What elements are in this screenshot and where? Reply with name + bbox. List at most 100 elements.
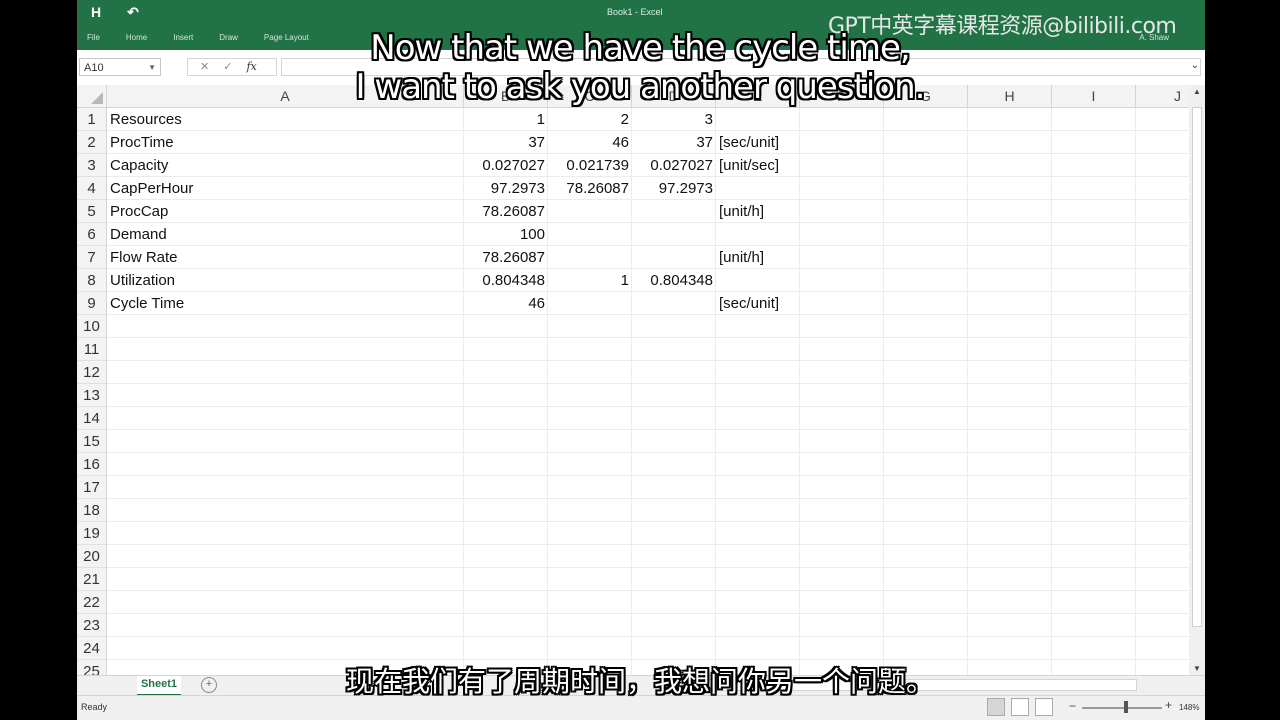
quick-access-toolbar: H ↶: [91, 4, 139, 21]
table-row: [107, 407, 1189, 430]
cell-D4[interactable]: 97.2973: [632, 177, 716, 200]
cell-B9[interactable]: 46: [464, 292, 548, 315]
table-row: Resources 1 2 3: [107, 108, 1189, 131]
cell-A7[interactable]: Flow Rate: [107, 246, 464, 269]
cell-E7[interactable]: [unit/h]: [716, 246, 800, 269]
zoom-out-icon[interactable]: −: [1069, 699, 1076, 713]
table-row: ProcCap 78.26087 [unit/h]: [107, 200, 1189, 223]
cell-B5[interactable]: 78.26087: [464, 200, 548, 223]
cell-D3[interactable]: 0.027027: [632, 154, 716, 177]
zoom-slider-thumb[interactable]: [1124, 701, 1128, 713]
cell-A8[interactable]: Utilization: [107, 269, 464, 292]
row-header[interactable]: 8: [77, 269, 107, 292]
row-header[interactable]: 13: [77, 384, 107, 407]
table-row: [107, 476, 1189, 499]
table-row: [107, 568, 1189, 591]
row-header[interactable]: 1: [77, 108, 107, 131]
undo-icon[interactable]: ↶: [127, 4, 139, 21]
table-row: Utilization 0.804348 1 0.804348: [107, 269, 1189, 292]
table-row: [107, 614, 1189, 637]
cell-A6[interactable]: Demand: [107, 223, 464, 246]
cell-A4[interactable]: CapPerHour: [107, 177, 464, 200]
table-row: [107, 591, 1189, 614]
scroll-thumb[interactable]: [1192, 107, 1202, 627]
page-layout-view-icon[interactable]: [1011, 698, 1029, 716]
zoom-slider[interactable]: [1082, 707, 1162, 709]
save-icon[interactable]: H: [91, 4, 101, 21]
row-header[interactable]: 11: [77, 338, 107, 361]
cell-A9[interactable]: Cycle Time: [107, 292, 464, 315]
window-title: Book1 - Excel: [607, 7, 663, 17]
table-row: ProcTime 37 46 37 [sec/unit]: [107, 131, 1189, 154]
cell-E3[interactable]: [unit/sec]: [716, 154, 800, 177]
view-buttons: [987, 698, 1053, 716]
worksheet-grid[interactable]: ABCDEFGHIJK 1234567891011121314151617181…: [77, 85, 1205, 683]
cell-B4[interactable]: 97.2973: [464, 177, 548, 200]
cell-D2[interactable]: 37: [632, 131, 716, 154]
row-header[interactable]: 14: [77, 407, 107, 430]
cell-E2[interactable]: [sec/unit]: [716, 131, 800, 154]
table-row: [107, 499, 1189, 522]
row-header[interactable]: 7: [77, 246, 107, 269]
cell-E9[interactable]: [sec/unit]: [716, 292, 800, 315]
cell-C2[interactable]: 46: [548, 131, 632, 154]
table-row: [107, 545, 1189, 568]
row-header[interactable]: 5: [77, 200, 107, 223]
table-row: [107, 338, 1189, 361]
table-row: [107, 522, 1189, 545]
row-header[interactable]: 10: [77, 315, 107, 338]
subtitle-zh: 现在我们有了周期时间，我想问你另一个问题。: [345, 665, 934, 698]
cell-C3[interactable]: 0.021739: [548, 154, 632, 177]
vertical-scrollbar[interactable]: ▲ ▼: [1189, 85, 1205, 675]
cell-A3[interactable]: Capacity: [107, 154, 464, 177]
cell-B2[interactable]: 37: [464, 131, 548, 154]
row-header[interactable]: 17: [77, 476, 107, 499]
row-header[interactable]: 2: [77, 131, 107, 154]
cell-B8[interactable]: 0.804348: [464, 269, 548, 292]
row-header[interactable]: 20: [77, 545, 107, 568]
subtitle-en-line1: Now that we have the cycle time,: [370, 28, 910, 68]
excel-window: H ↶ Book1 - Excel File Home Insert Draw …: [77, 0, 1205, 720]
table-row: [107, 361, 1189, 384]
row-header[interactable]: 16: [77, 453, 107, 476]
row-header[interactable]: 24: [77, 637, 107, 660]
cell-E5[interactable]: [unit/h]: [716, 200, 800, 223]
table-row: [107, 453, 1189, 476]
row-header[interactable]: 23: [77, 614, 107, 637]
normal-view-icon[interactable]: [987, 698, 1005, 716]
cell-D1[interactable]: 3: [632, 108, 716, 131]
cell-C8[interactable]: 1: [548, 269, 632, 292]
table-row: Demand 100: [107, 223, 1189, 246]
table-row: CapPerHour 97.2973 78.26087 97.2973: [107, 177, 1189, 200]
zoom-level[interactable]: 148%: [1179, 703, 1199, 712]
cell-A2[interactable]: ProcTime: [107, 131, 464, 154]
row-header[interactable]: 22: [77, 591, 107, 614]
row-headers: 1 2 3 4 5 6 7 8 9 10 11 12 13 14 15 16 17 18 19 20 21 22 23 24 2…: [77, 108, 107, 683]
row-header[interactable]: 15: [77, 430, 107, 453]
row-header[interactable]: 19: [77, 522, 107, 545]
row-header[interactable]: 21: [77, 568, 107, 591]
zoom-in-icon[interactable]: +: [1165, 698, 1172, 712]
subtitle-en-line2: I want to ask you another question.: [355, 67, 926, 107]
row-header[interactable]: 18: [77, 499, 107, 522]
table-row: Cycle Time 46 [sec/unit]: [107, 292, 1189, 315]
cell-A1[interactable]: Resources: [107, 108, 464, 131]
table-row: [107, 315, 1189, 338]
cell-C4[interactable]: 78.26087: [548, 177, 632, 200]
cell-B6[interactable]: 100: [464, 223, 548, 246]
row-header[interactable]: 3: [77, 154, 107, 177]
row-header[interactable]: 4: [77, 177, 107, 200]
cell-A5[interactable]: ProcCap: [107, 200, 464, 223]
row-header[interactable]: 12: [77, 361, 107, 384]
table-row: [107, 637, 1189, 660]
cell-B1[interactable]: 1: [464, 108, 548, 131]
row-header[interactable]: 6: [77, 223, 107, 246]
cell-C1[interactable]: 2: [548, 108, 632, 131]
cell-B7[interactable]: 78.26087: [464, 246, 548, 269]
cell-area[interactable]: Resources 1 2 3 ProcTime 37 46 37 [sec/unit] Capa…: [107, 108, 1189, 678]
cell-B3[interactable]: 0.027027: [464, 154, 548, 177]
page-break-view-icon[interactable]: [1035, 698, 1053, 716]
cell-D8[interactable]: 0.804348: [632, 269, 716, 292]
row-header[interactable]: 9: [77, 292, 107, 315]
table-row: Flow Rate 78.26087 [unit/h]: [107, 246, 1189, 269]
